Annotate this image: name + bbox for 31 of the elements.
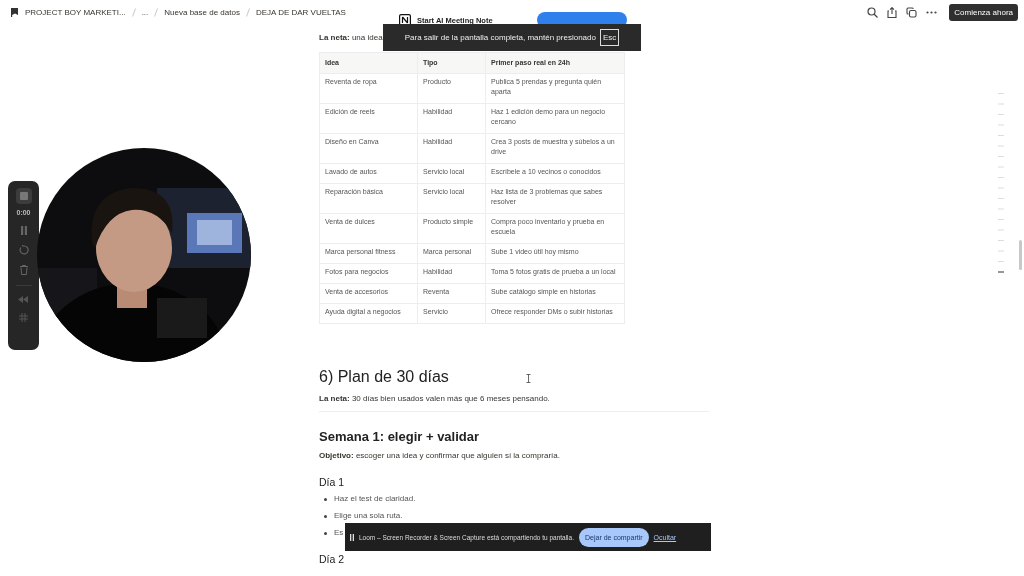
start-now-button[interactable]: Comienza ahora (949, 3, 1018, 21)
copy-icon[interactable] (906, 6, 918, 18)
scrollbar-thumb (1019, 240, 1022, 270)
pause-icon[interactable] (350, 533, 354, 541)
section-heading: 6) Plan de 30 días (319, 367, 449, 387)
separator-icon (154, 7, 159, 17)
restart-icon[interactable] (18, 245, 29, 255)
notice-text: Para salir de la pantalla completa, mantén presionado (404, 33, 596, 42)
stop-icon[interactable] (15, 188, 32, 204)
share-icon[interactable] (887, 6, 898, 18)
breadcrumb-link[interactable]: PROJECT BOY MARKETI... (25, 7, 126, 17)
more-icon[interactable] (926, 10, 938, 14)
breadcrumb-link[interactable]: DEJA DE DAR VUELTAS (255, 7, 346, 17)
summary-text: La neta: 30 días bien usados valen más que 6 meses pensando. (319, 393, 550, 405)
day-heading: Día 1 (319, 475, 346, 489)
day-heading: Día 2 (319, 552, 346, 566)
breadcrumb-link[interactable]: ... (141, 7, 149, 17)
breadcrumb-link[interactable]: Nueva base de datos (164, 7, 240, 17)
intro-text: La neta: una idea (319, 32, 383, 44)
list-item-text: Elige una sola ruta. (334, 510, 403, 522)
trash-icon[interactable] (19, 265, 28, 275)
week-heading: Semana 1: elegir + validar (319, 429, 481, 445)
page-icon (11, 7, 19, 17)
text-cursor-icon (526, 374, 531, 383)
key-label: Esc (599, 29, 620, 46)
list-item-text: Es (334, 527, 344, 539)
goal-text: Objetivo: escoger una idea y confirmar que alguien sí la compraría. (319, 450, 560, 462)
separator-icon (131, 7, 136, 17)
search-icon[interactable] (867, 6, 879, 18)
separator-icon (245, 7, 250, 17)
list-item-text: Haz el test de claridad. (334, 493, 416, 505)
